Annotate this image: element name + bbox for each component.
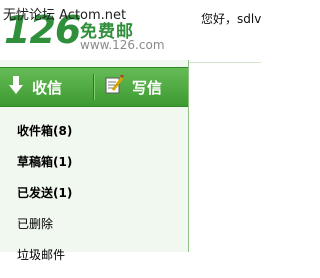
- watermark: 无忧论坛 Actom.net: [3, 8, 127, 23]
- left-sidebar: 收信 写信 收件箱(8) 草稿箱(1) 已发送(1) 已删除 垃圾邮件: [0, 60, 188, 262]
- receive-mail-button[interactable]: 收信: [8, 68, 90, 106]
- main-content: [189, 62, 261, 253]
- toolbar-divider: [93, 74, 94, 100]
- header: 126 免费邮 www.126.com 无忧论坛 Actom.net 您好，sd…: [0, 0, 261, 60]
- folder-inbox[interactable]: 收件箱(8): [17, 123, 185, 154]
- folder-list: 收件箱(8) 草稿箱(1) 已发送(1) 已删除 垃圾邮件: [17, 123, 185, 278]
- folder-sent[interactable]: 已发送(1): [17, 185, 185, 216]
- user-greeting: 您好，sdlv: [201, 12, 262, 26]
- folder-drafts[interactable]: 草稿箱(1): [17, 154, 185, 185]
- logo-url: www.126.com: [80, 38, 165, 52]
- mail-toolbar: 收信 写信: [0, 67, 188, 107]
- receive-label: 收信: [32, 78, 63, 97]
- compose-mail-button[interactable]: 写信: [104, 68, 184, 106]
- compose-pencil-icon: [104, 73, 125, 99]
- compose-label: 写信: [132, 78, 163, 97]
- folder-deleted[interactable]: 已删除: [17, 216, 185, 247]
- down-arrow-icon: [8, 75, 24, 99]
